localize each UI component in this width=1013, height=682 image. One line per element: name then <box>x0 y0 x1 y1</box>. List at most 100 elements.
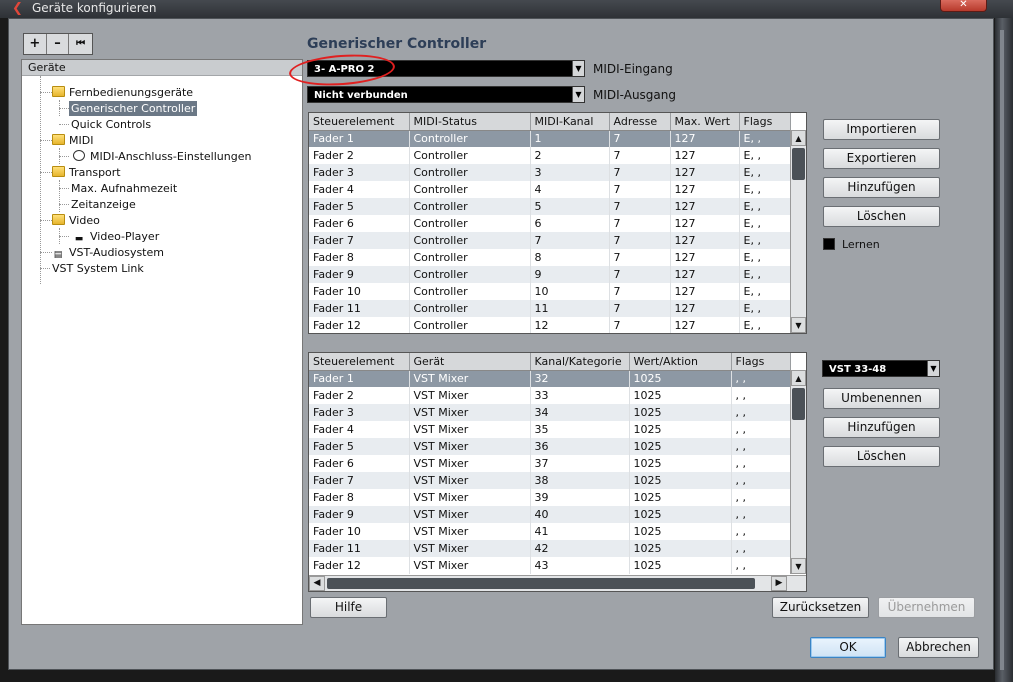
table-row[interactable]: Fader 6 VST Mixer 37 1025, , <box>309 455 791 472</box>
table-cell: Controller <box>409 198 531 215</box>
delete-bank-button[interactable]: Löschen <box>823 446 940 467</box>
rename-bank-button[interactable]: Umbenennen <box>823 388 940 409</box>
scroll-down-icon[interactable]: ▼ <box>791 317 806 333</box>
table-cell: 39 <box>530 489 630 506</box>
chevron-down-icon: ▼ <box>927 361 939 376</box>
table-cell: 1025 <box>629 455 732 472</box>
table-row[interactable]: Fader 11 VST Mixer 42 1025, , <box>309 540 791 557</box>
table-cell: 1025 <box>629 472 732 489</box>
table-row[interactable]: Fader 7 Controller 7 7 127 E, , <box>309 232 791 249</box>
table-cell: Controller <box>409 283 531 300</box>
midi-output-select[interactable]: Nicht verbunden ▼ <box>307 86 585 103</box>
table-row[interactable]: Fader 3 Controller 3 7 127 E, , <box>309 164 791 181</box>
reset-button[interactable]: Zurücksetzen <box>772 597 869 618</box>
table-cell: 1025 <box>629 506 732 523</box>
table-row[interactable]: Fader 8 VST Mixer 39 1025, , <box>309 489 791 506</box>
table-row[interactable]: Fader 10 Controller 10 7 127 E, , <box>309 283 791 300</box>
table-cell: 7 <box>609 164 671 181</box>
tree-item-generischer-controller[interactable]: Generischer Controller <box>69 101 198 116</box>
table1-column-header[interactable]: Flags <box>739 113 791 131</box>
tree-item-vst-system-link[interactable]: VST System Link <box>52 261 144 276</box>
tree-header: Geräte <box>22 60 302 76</box>
table-row[interactable]: Fader 4 VST Mixer 35 1025, , <box>309 421 791 438</box>
scroll-right-icon[interactable]: ▶ <box>771 576 787 591</box>
reset-device-button[interactable]: ⏮ <box>69 34 92 54</box>
scroll-thumb[interactable] <box>792 388 805 420</box>
table-row[interactable]: Fader 12 VST Mixer 43 1025, , <box>309 557 791 574</box>
scroll-down-icon[interactable]: ▼ <box>791 558 806 574</box>
midi-port-icon <box>73 150 85 161</box>
table1-column-header[interactable]: Max. Wert <box>670 113 740 131</box>
tree-item-video-player[interactable]: ▬ Video-Player <box>73 229 160 244</box>
table2-column-header[interactable]: Kanal/Kategorie <box>530 353 630 371</box>
table1-column-header[interactable]: Adresse <box>609 113 671 131</box>
help-button[interactable]: Hilfe <box>310 597 387 618</box>
scroll-thumb[interactable] <box>792 148 805 180</box>
table-row[interactable]: Fader 5 VST Mixer 36 1025, , <box>309 438 791 455</box>
ok-button[interactable]: OK <box>810 637 886 658</box>
table-cell: E, , <box>739 249 791 266</box>
table-row[interactable]: Fader 12 Controller 12 7 127 E, , <box>309 317 791 333</box>
tree-item-zeitanzeige[interactable]: Zeitanzeige <box>71 197 136 212</box>
table2-column-header[interactable]: Wert/Aktion <box>629 353 732 371</box>
table-row[interactable]: Fader 7 VST Mixer 38 1025, , <box>309 472 791 489</box>
tree-item-midi-anschluss[interactable]: MIDI-Anschluss-Einstellungen <box>73 149 251 164</box>
hscroll-thumb[interactable] <box>327 578 755 589</box>
tree-item-midi[interactable]: MIDI <box>52 133 93 148</box>
table-row[interactable]: Fader 9 VST Mixer 40 1025, , <box>309 506 791 523</box>
video-icon: ▬ <box>74 234 84 244</box>
window-close-button[interactable]: ✕ <box>940 0 987 12</box>
assignment-table-vscroll[interactable]: ▲ ▼ <box>790 370 806 574</box>
add-device-button[interactable]: + <box>24 34 47 54</box>
table-row[interactable]: Fader 3 VST Mixer 34 1025, , <box>309 404 791 421</box>
table-row[interactable]: Fader 4 Controller 4 7 127 E, , <box>309 181 791 198</box>
table2-column-header[interactable]: Flags <box>731 353 791 371</box>
learn-checkbox[interactable] <box>823 238 835 250</box>
table-row[interactable]: Fader 8 Controller 8 7 127 E, , <box>309 249 791 266</box>
table2-column-header[interactable]: Steuerelement <box>309 353 410 371</box>
remove-device-button[interactable]: – <box>47 34 70 54</box>
table-row[interactable]: Fader 11 Controller 11 7 127 E, , <box>309 300 791 317</box>
device-tree: Geräte Fernbedienungsgeräte Generischer … <box>21 59 303 625</box>
assignment-table-hscroll[interactable]: ◀ ▶ <box>309 575 806 591</box>
table-cell: VST Mixer <box>409 523 531 540</box>
tree-item-fernbedienungsgeraete[interactable]: Fernbedienungsgeräte <box>52 85 193 100</box>
table2-column-header[interactable]: Gerät <box>409 353 531 371</box>
table-cell: 127 <box>670 181 740 198</box>
add-bank-button[interactable]: Hinzufügen <box>823 417 940 438</box>
table-row[interactable]: Fader 6 Controller 6 7 127 E, , <box>309 215 791 232</box>
table-cell: 127 <box>670 266 740 283</box>
table-row[interactable]: Fader 1 VST Mixer 32 1025, , <box>309 370 791 387</box>
export-button[interactable]: Exportieren <box>823 148 940 169</box>
controls-table-vscroll[interactable]: ▲ ▼ <box>790 130 806 333</box>
bank-select[interactable]: VST 33-48 ▼ <box>822 360 940 377</box>
cancel-button[interactable]: Abbrechen <box>898 637 979 658</box>
scroll-up-icon[interactable]: ▲ <box>791 130 806 146</box>
table1-column-header[interactable]: MIDI-Status <box>409 113 531 131</box>
table-row[interactable]: Fader 10 VST Mixer 41 1025, , <box>309 523 791 540</box>
table-row[interactable]: Fader 2 Controller 2 7 127 E, , <box>309 147 791 164</box>
tree-item-vst-audiosystem[interactable]: ▤ VST-Audiosystem <box>52 245 164 260</box>
apply-button[interactable]: Übernehmen <box>878 597 975 618</box>
tree-item-transport[interactable]: Transport <box>52 165 121 180</box>
tree-item-max-aufnahmezeit[interactable]: Max. Aufnahmezeit <box>71 181 177 196</box>
tree-item-quick-controls[interactable]: Quick Controls <box>71 117 151 132</box>
scroll-left-icon[interactable]: ◀ <box>309 576 325 591</box>
table1-column-header[interactable]: MIDI-Kanal <box>530 113 610 131</box>
table-cell: 2 <box>530 147 610 164</box>
table-cell: 9 <box>530 266 610 283</box>
table1-column-header[interactable]: Steuerelement <box>309 113 410 131</box>
table-row[interactable]: Fader 1 Controller 1 7 127 E, , <box>309 130 791 147</box>
add-control-button[interactable]: Hinzufügen <box>823 177 940 198</box>
table-cell: 7 <box>609 300 671 317</box>
table-row[interactable]: Fader 5 Controller 5 7 127 E, , <box>309 198 791 215</box>
table-row[interactable]: Fader 9 Controller 9 7 127 E, , <box>309 266 791 283</box>
delete-control-button[interactable]: Löschen <box>823 206 940 227</box>
table-cell: Controller <box>409 130 531 147</box>
tree-item-video[interactable]: Video <box>52 213 100 228</box>
import-button[interactable]: Importieren <box>823 119 940 140</box>
table-cell: , , <box>731 506 791 523</box>
table-cell: E, , <box>739 232 791 249</box>
scroll-up-icon[interactable]: ▲ <box>791 370 806 386</box>
table-row[interactable]: Fader 2 VST Mixer 33 1025, , <box>309 387 791 404</box>
